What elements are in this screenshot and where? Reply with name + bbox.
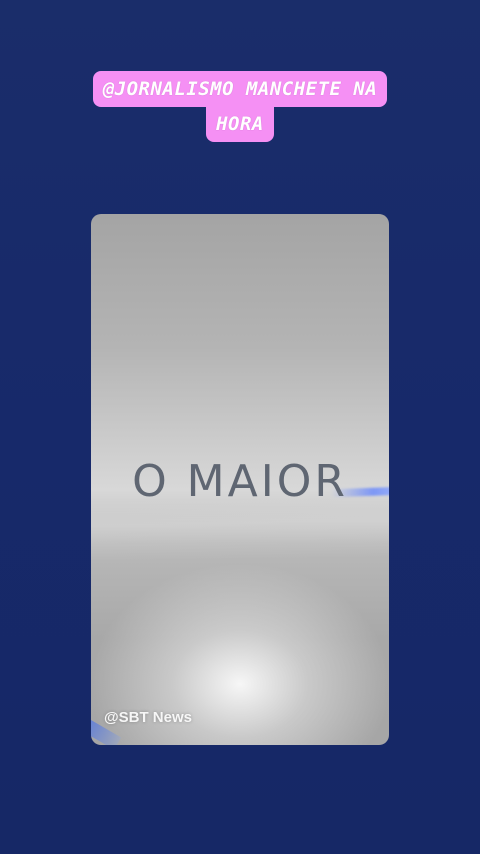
video-headline: O MAIOR: [132, 456, 348, 507]
video-player[interactable]: O MAIOR @SBT News: [91, 214, 389, 745]
channel-watermark: @SBT News: [104, 709, 192, 726]
story-screen: { "story": { "caption_lines": ["@JORNALI…: [0, 0, 480, 854]
caption-line-1: @JORNALISMO MANCHETE NA: [92, 71, 388, 107]
caption-sticker[interactable]: @JORNALISMO MANCHETE NA HORA: [0, 71, 480, 142]
caption-line-2: HORA: [206, 106, 274, 142]
